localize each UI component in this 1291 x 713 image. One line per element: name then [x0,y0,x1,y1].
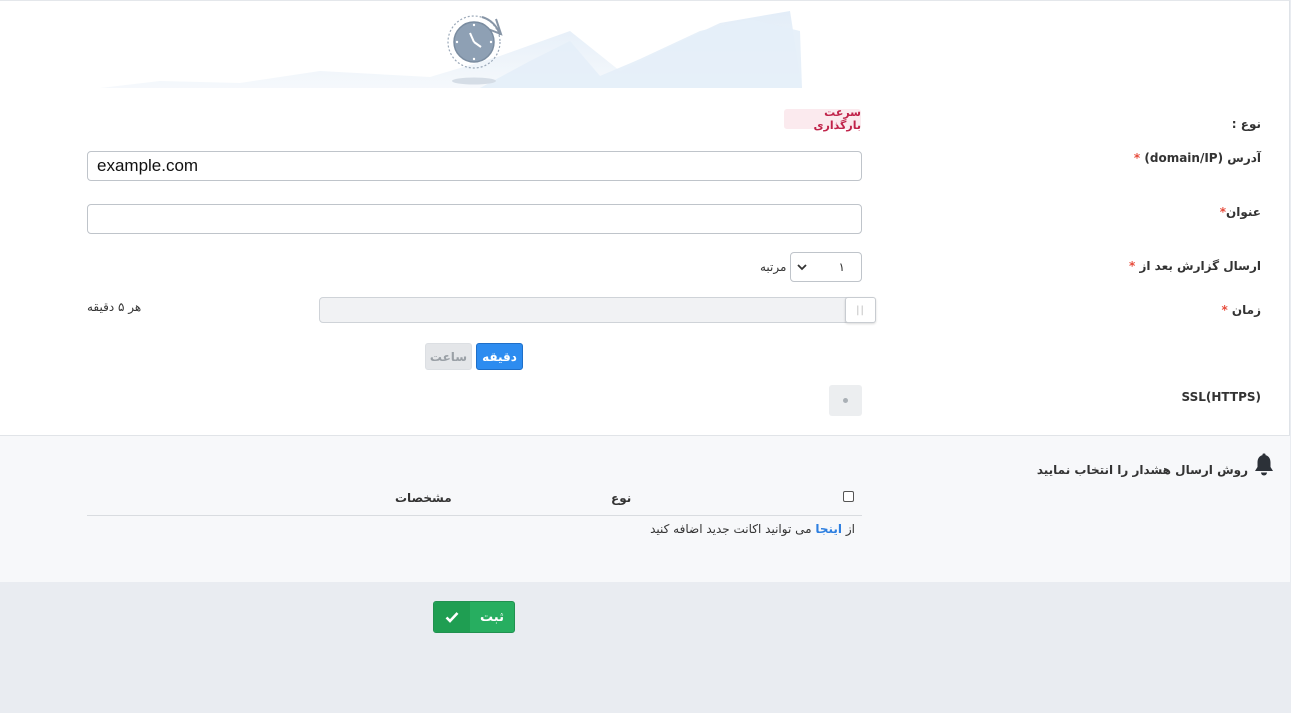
required-mark: * [1129,259,1136,273]
add-account-hint: از اینجا می توانید اکانت جدید اضافه کنید [650,522,855,536]
column-details: مشخصات [395,491,452,505]
bell-icon [1253,453,1275,477]
time-readout: هر ۵ دقیقه [87,300,142,314]
report-after-label-text: ارسال گزارش بعد از [1139,259,1261,273]
table-divider [87,515,862,516]
unit-minute-button[interactable]: دقیقه [476,343,523,370]
report-after-select[interactable]: ۱ [790,252,862,282]
add-account-suffix: می توانید اکانت جدید اضافه کنید [650,522,812,536]
column-type: نوع [611,491,632,505]
ssl-toggle[interactable] [829,385,862,416]
time-label: زمان * [1221,303,1261,317]
title-label: عنوان* [1220,205,1261,219]
report-after-unit: مرتبه [760,260,787,274]
address-input[interactable] [87,151,862,181]
check-icon [434,602,470,632]
chevron-down-icon [797,261,807,274]
submit-label: ثبت [480,609,504,625]
address-label-text: آدرس (domain/IP) [1144,151,1261,165]
alerts-heading: روش ارسال هشدار را انتخاب نمایید [1036,463,1248,477]
time-slider-track[interactable] [319,297,875,323]
clock-refresh-icon [444,13,506,87]
type-badge: سرعت بارگذاری [784,106,861,132]
time-slider-handle[interactable]: || [845,297,876,323]
add-account-prefix: از [845,522,855,536]
required-mark: * [1221,303,1228,317]
report-after-label: ارسال گزارش بعد از * [1129,259,1261,273]
ssl-label: SSL(HTTPS) [1181,390,1262,404]
required-mark: * [1133,151,1141,165]
type-label: نوع : [1231,117,1261,131]
time-label-text: زمان [1231,303,1261,317]
toggle-knob [843,398,848,403]
report-after-value: ۱ [838,260,845,274]
select-all-checkbox[interactable] [843,491,854,502]
submit-button[interactable]: ثبت [433,601,515,633]
add-account-link[interactable]: اینجا [815,522,842,536]
title-label-text: عنوان [1226,205,1261,219]
address-label: آدرس (domain/IP) * [1134,151,1261,165]
title-input[interactable] [87,204,862,234]
unit-hour-button[interactable]: ساعت [425,343,472,370]
alerts-section [0,435,1290,582]
grip-icon: || [856,304,865,316]
